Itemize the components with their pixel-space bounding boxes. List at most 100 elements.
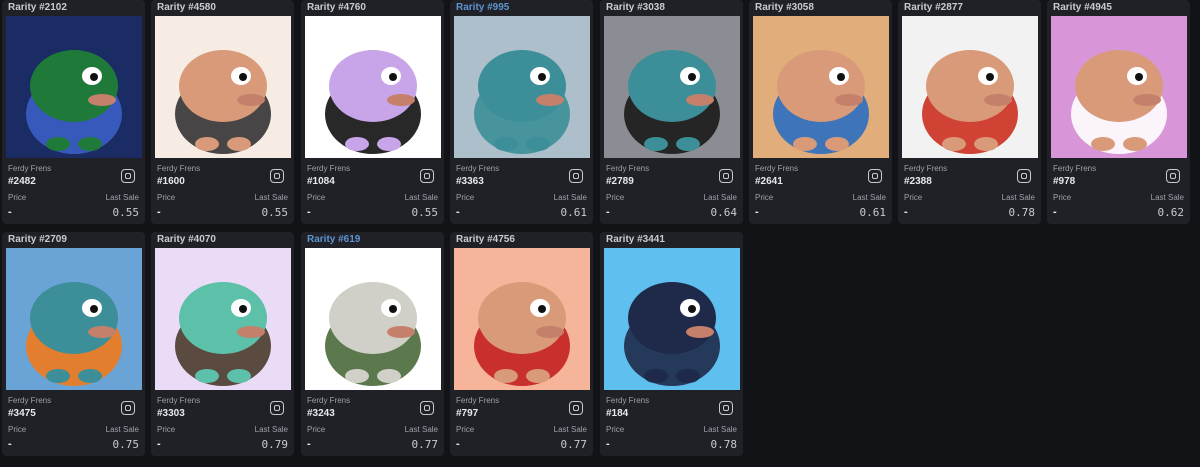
share-icon[interactable] <box>1166 169 1180 183</box>
price-label: Price <box>307 193 326 202</box>
token-id[interactable]: #1600 <box>157 176 288 187</box>
character-art <box>753 16 889 158</box>
collection-name: Ferdy Frens <box>157 396 201 405</box>
share-icon[interactable] <box>420 401 434 415</box>
token-id[interactable]: #2482 <box>8 176 139 187</box>
share-icon[interactable] <box>121 401 135 415</box>
token-id[interactable]: #2388 <box>904 176 1035 187</box>
card-info: Ferdy Frens #978 Price Last Sale - 0.62 <box>1053 160 1184 224</box>
last-sale-label: Last Sale <box>553 193 587 202</box>
price-label: Price <box>1053 193 1072 202</box>
rarity-rank: Rarity #4760 <box>307 2 366 13</box>
nft-image[interactable] <box>454 16 590 158</box>
price-value: - <box>606 206 610 218</box>
rarity-rank: Rarity #4070 <box>157 234 216 245</box>
card-info: Ferdy Frens #3303 Price Last Sale - 0.79 <box>157 392 288 456</box>
nft-image[interactable] <box>1051 16 1187 158</box>
share-icon[interactable] <box>121 169 135 183</box>
share-icon[interactable] <box>1017 169 1031 183</box>
card-info: Ferdy Frens #1600 Price Last Sale - 0.55 <box>157 160 288 224</box>
nft-card[interactable]: Rarity #995 Ferdy Frens #3363 Price Last Sal… <box>450 0 593 224</box>
token-id[interactable]: #3243 <box>307 408 438 419</box>
nft-image[interactable] <box>6 16 142 158</box>
nft-image[interactable] <box>6 248 142 390</box>
token-id[interactable]: #978 <box>1053 176 1184 187</box>
share-icon[interactable] <box>868 169 882 183</box>
price-value: - <box>8 206 12 218</box>
price-label: Price <box>606 425 625 434</box>
rarity-rank: Rarity #2709 <box>8 234 67 245</box>
price-value: - <box>157 438 161 450</box>
share-icon[interactable] <box>719 169 733 183</box>
token-id[interactable]: #3303 <box>157 408 288 419</box>
nft-image[interactable] <box>305 16 441 158</box>
last-sale-value: 0.61 <box>859 206 887 219</box>
last-sale-label: Last Sale <box>254 193 288 202</box>
price-value: - <box>755 206 759 218</box>
nft-card[interactable]: Rarity #4945 Ferdy Frens #978 Price Last Sal… <box>1047 0 1190 224</box>
price-value: - <box>904 206 908 218</box>
nft-image[interactable] <box>305 248 441 390</box>
nft-card[interactable]: Rarity #2877 Ferdy Frens #2388 Price Last Sa… <box>898 0 1041 224</box>
share-icon[interactable] <box>569 401 583 415</box>
price-value: - <box>456 438 460 450</box>
last-sale-label: Last Sale <box>105 193 139 202</box>
rarity-rank: Rarity #3441 <box>606 234 665 245</box>
card-info: Ferdy Frens #797 Price Last Sale - 0.77 <box>456 392 587 456</box>
last-sale-value: 0.78 <box>1008 206 1036 219</box>
nft-card[interactable]: Rarity #3058 Ferdy Frens #2641 Price Last Sa… <box>749 0 892 224</box>
nft-card[interactable]: Rarity #2102 Ferdy Frens #2482 Price Last Sa… <box>2 0 145 224</box>
token-id[interactable]: #797 <box>456 408 587 419</box>
last-sale-value: 0.77 <box>560 438 588 451</box>
token-id[interactable]: #184 <box>606 408 737 419</box>
token-id[interactable]: #3475 <box>8 408 139 419</box>
card-info: Ferdy Frens #2388 Price Last Sale - 0.78 <box>904 160 1035 224</box>
last-sale-value: 0.62 <box>1157 206 1185 219</box>
card-info: Ferdy Frens #2482 Price Last Sale - 0.55 <box>8 160 139 224</box>
nft-image[interactable] <box>454 248 590 390</box>
nft-image[interactable] <box>155 248 291 390</box>
nft-image[interactable] <box>902 16 1038 158</box>
share-icon[interactable] <box>719 401 733 415</box>
share-icon[interactable] <box>569 169 583 183</box>
last-sale-label: Last Sale <box>1150 193 1184 202</box>
token-id[interactable]: #2789 <box>606 176 737 187</box>
card-info: Ferdy Frens #184 Price Last Sale - 0.78 <box>606 392 737 456</box>
token-id[interactable]: #1084 <box>307 176 438 187</box>
character-art <box>454 248 590 390</box>
character-art <box>604 248 740 390</box>
price-value: - <box>157 206 161 218</box>
rarity-rank: Rarity #4945 <box>1053 2 1112 13</box>
character-art <box>305 16 441 158</box>
collection-name: Ferdy Frens <box>8 164 52 173</box>
nft-image[interactable] <box>753 16 889 158</box>
share-icon[interactable] <box>270 169 284 183</box>
last-sale-value: 0.64 <box>710 206 738 219</box>
share-icon[interactable] <box>420 169 434 183</box>
nft-card[interactable]: Rarity #4070 Ferdy Frens #3303 Price Last Sa… <box>151 232 294 456</box>
share-icon[interactable] <box>270 401 284 415</box>
nft-card[interactable]: Rarity #3038 Ferdy Frens #2789 Price Last Sa… <box>600 0 743 224</box>
nft-image[interactable] <box>604 16 740 158</box>
nft-card[interactable]: Rarity #3441 Ferdy Frens #184 Price Last Sal… <box>600 232 743 456</box>
nft-image[interactable] <box>155 16 291 158</box>
collection-name: Ferdy Frens <box>8 396 52 405</box>
rarity-rank: Rarity #995 <box>456 2 510 13</box>
last-sale-label: Last Sale <box>1001 193 1035 202</box>
nft-image[interactable] <box>604 248 740 390</box>
character-art <box>6 248 142 390</box>
token-id[interactable]: #3363 <box>456 176 587 187</box>
card-info: Ferdy Frens #2641 Price Last Sale - 0.61 <box>755 160 886 224</box>
last-sale-value: 0.78 <box>710 438 738 451</box>
nft-card[interactable]: Rarity #4756 Ferdy Frens #797 Price Last Sal… <box>450 232 593 456</box>
nft-card[interactable]: Rarity #619 Ferdy Frens #3243 Price Last Sal… <box>301 232 444 456</box>
nft-card[interactable]: Rarity #2709 Ferdy Frens #3475 Price Last Sa… <box>2 232 145 456</box>
collection-name: Ferdy Frens <box>904 164 948 173</box>
last-sale-label: Last Sale <box>553 425 587 434</box>
last-sale-label: Last Sale <box>703 425 737 434</box>
nft-card[interactable]: Rarity #4580 Ferdy Frens #1600 Price Last Sa… <box>151 0 294 224</box>
price-value: - <box>307 438 311 450</box>
nft-card[interactable]: Rarity #4760 Ferdy Frens #1084 Price Last Sa… <box>301 0 444 224</box>
token-id[interactable]: #2641 <box>755 176 886 187</box>
last-sale-label: Last Sale <box>852 193 886 202</box>
